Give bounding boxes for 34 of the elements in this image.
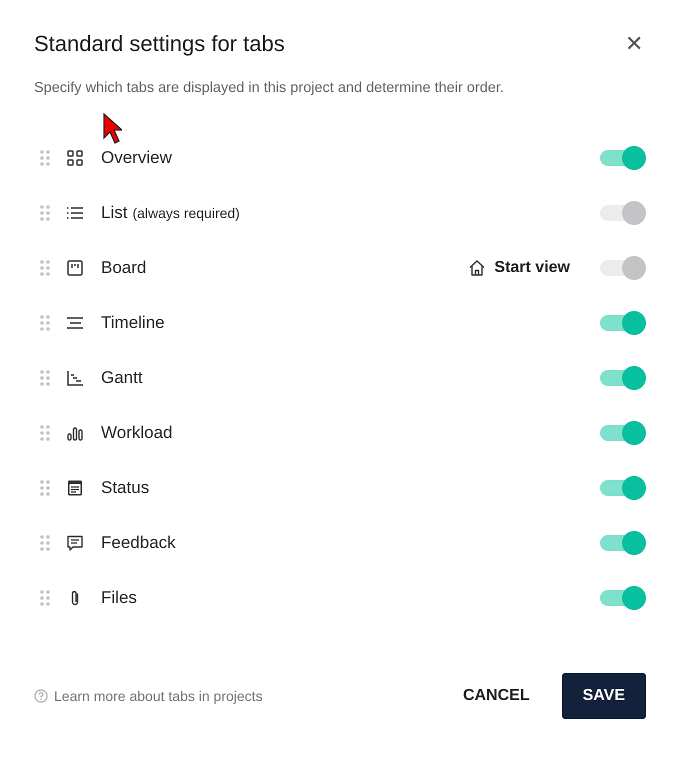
tab-label: Status (101, 478, 150, 498)
tab-label: Overview (101, 148, 172, 168)
close-button[interactable]: ✕ (618, 28, 650, 60)
tab-label: Timeline (101, 312, 165, 332)
cursor-icon (102, 113, 122, 145)
gantt-icon (66, 368, 84, 386)
description: Specify which tabs are displayed in this project and determine their order. (34, 80, 505, 96)
drag-handle-icon[interactable] (40, 424, 50, 440)
drag-handle-icon[interactable] (40, 314, 50, 330)
tab-label: Feedback (101, 532, 176, 552)
home-icon (468, 258, 486, 276)
tab-label: Board (101, 258, 146, 278)
drag-handle-icon[interactable] (40, 370, 50, 386)
drag-handle-icon[interactable] (40, 590, 50, 606)
cancel-button[interactable]: CANCEL (446, 673, 546, 719)
drag-handle-icon[interactable] (40, 204, 50, 220)
document-icon (66, 478, 84, 496)
tab-label: Gantt (101, 368, 143, 388)
comment-icon (66, 534, 84, 552)
tab-label: Files (101, 588, 137, 608)
dialog-title: Standard settings for tabs (34, 31, 285, 57)
tab-label: List (101, 202, 128, 222)
board-icon (66, 258, 84, 276)
start-view-label: Start view (494, 258, 570, 276)
drag-handle-icon[interactable] (40, 480, 50, 496)
save-button[interactable]: SAVE (562, 673, 646, 719)
tab-note: (always required) (132, 204, 240, 220)
grid-icon (66, 148, 84, 166)
drag-handle-icon[interactable] (40, 534, 50, 550)
drag-handle-icon[interactable] (40, 260, 50, 276)
tab-label: Workload (101, 422, 172, 442)
help-icon (34, 689, 48, 703)
help-link[interactable]: Learn more about tabs in projects (54, 688, 263, 704)
drag-handle-icon[interactable] (40, 150, 50, 166)
